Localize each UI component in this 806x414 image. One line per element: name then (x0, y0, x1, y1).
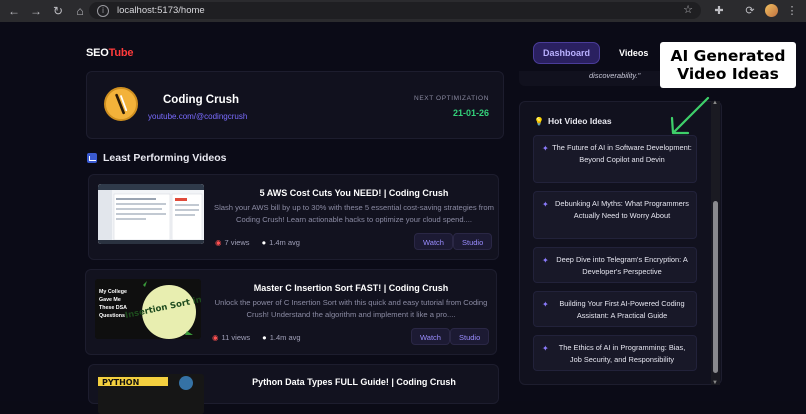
idea-text: Building Your First AI-Powered Coding As… (559, 299, 685, 320)
site-info-icon[interactable]: i (97, 4, 109, 17)
sparkle-icon: ✦ (542, 144, 549, 153)
callout-line-2: Video Ideas (677, 65, 779, 83)
video-description: Unlock the power of C Insertion Sort wit… (214, 298, 488, 319)
next-optimization-date: 21-01-26 (452, 108, 489, 118)
views-count: 11 views (221, 333, 251, 342)
back-icon[interactable]: ← (6, 3, 22, 19)
eye-icon: ◉ (215, 238, 222, 247)
url-text: localhost:5173/home (117, 5, 205, 16)
browser-toolbar: ← → ↻ ⌂ i localhost:5173/home ☆ ✚ ⟳ ⋮ (0, 0, 806, 22)
idea-text: The Ethics of AI in Programming: Bias, J… (558, 343, 686, 364)
logo[interactable]: SEOTube (86, 47, 134, 59)
video-card: Insertion Sort in C My College Gave Me T… (85, 269, 497, 355)
studio-button[interactable]: Studio (453, 233, 493, 250)
callout-arrow-icon (670, 96, 710, 135)
chart-icon (87, 153, 97, 163)
sparkle-icon: ✦ (542, 200, 549, 209)
channel-profile-card: Coding Crush youtube.com/@codingcrush NE… (86, 71, 504, 139)
scrollbar-thumb[interactable] (713, 201, 718, 373)
scroll-down-icon[interactable]: ▼ (712, 380, 718, 386)
least-performing-heading: Least Performing Videos (87, 152, 227, 164)
studio-button[interactable]: Studio (450, 328, 490, 345)
video-card: 5 AWS Cost Cuts You NEED! | Coding Crush… (88, 174, 499, 260)
idea-text: Debunking AI Myths: What Programmers Act… (555, 199, 689, 220)
watch-button[interactable]: Watch (411, 328, 450, 345)
video-thumbnail[interactable]: Insertion Sort in C My College Gave Me T… (95, 279, 201, 339)
video-stats: ◉ 11 views ● 1.4m avg (212, 333, 301, 342)
reload-icon[interactable]: ↻ (50, 3, 66, 19)
avg-views: 1.4m avg (269, 238, 300, 247)
sparkle-icon: ✦ (542, 256, 549, 265)
hot-ideas-heading: 💡 Hot Video Ideas (534, 116, 612, 126)
thumb-text-left: My College Gave Me These DSA Questions (99, 289, 127, 319)
views-count: 7 views (224, 238, 250, 247)
top-navigation: Dashboard Videos ⇩ (533, 42, 675, 64)
avg-views: 1.4m avg (269, 333, 301, 342)
clock-icon: ● (262, 333, 267, 342)
tab-dashboard[interactable]: Dashboard (533, 42, 601, 64)
channel-link[interactable]: youtube.com/@codingcrush (148, 112, 247, 121)
sparkle-icon: ✦ (542, 300, 549, 309)
insight-fragment: discoverability." (589, 71, 641, 80)
channel-name: Coding Crush (163, 94, 240, 106)
idea-text: Deep Dive into Telegram's Encryption: A … (556, 255, 688, 276)
video-thumbnail[interactable] (98, 184, 204, 244)
video-stats: ◉ 7 views ● 1.4m avg (215, 238, 300, 247)
video-title: Python Data Types FULL Guide! | Coding C… (252, 377, 456, 387)
app-root: SEOTube Dashboard Videos ⇩ Coding Crush … (0, 22, 806, 414)
tab-videos[interactable]: Videos (610, 43, 657, 63)
sync-icon[interactable]: ⟳ (742, 3, 758, 19)
next-optimization-label: NEXT OPTIMIZATION (414, 95, 489, 102)
bookmark-star-icon[interactable]: ☆ (683, 3, 693, 16)
profile-avatar-icon[interactable] (765, 4, 778, 17)
idea-item[interactable]: ✦ Building Your First AI-Powered Coding … (533, 291, 697, 327)
idea-item[interactable]: ✦ Deep Dive into Telegram's Encryption: … (533, 247, 697, 283)
watch-button[interactable]: Watch (414, 233, 453, 250)
clock-icon: ● (261, 238, 267, 247)
video-title: Master C Insertion Sort FAST! | Coding C… (253, 283, 449, 293)
eye-icon: ◉ (212, 333, 219, 342)
lightbulb-icon: 💡 (534, 116, 544, 126)
sparkle-icon: ✦ (542, 344, 549, 353)
video-thumbnail[interactable]: PYTHON (98, 374, 204, 414)
ai-ideas-callout: AI Generated Video Ideas (660, 42, 796, 88)
idea-item[interactable]: ✦ The Ethics of AI in Programming: Bias,… (533, 335, 697, 371)
forward-icon[interactable]: → (28, 3, 44, 19)
idea-item[interactable]: ✦ Debunking AI Myths: What Programmers A… (533, 191, 697, 239)
video-title: 5 AWS Cost Cuts You NEED! | Coding Crush (259, 188, 449, 198)
menu-dots-icon[interactable]: ⋮ (784, 3, 800, 19)
callout-line-1: AI Generated (670, 47, 786, 65)
channel-avatar (104, 87, 138, 121)
extensions-icon[interactable]: ✚ (711, 3, 727, 19)
video-card: PYTHON Python Data Types FULL Guide! | C… (88, 364, 499, 414)
home-icon[interactable]: ⌂ (72, 3, 88, 19)
address-bar[interactable]: i localhost:5173/home ☆ (89, 2, 701, 19)
video-description: Slash your AWS bill by up to 30% with th… (214, 203, 494, 224)
thumb-text: PYTHON (102, 378, 139, 387)
